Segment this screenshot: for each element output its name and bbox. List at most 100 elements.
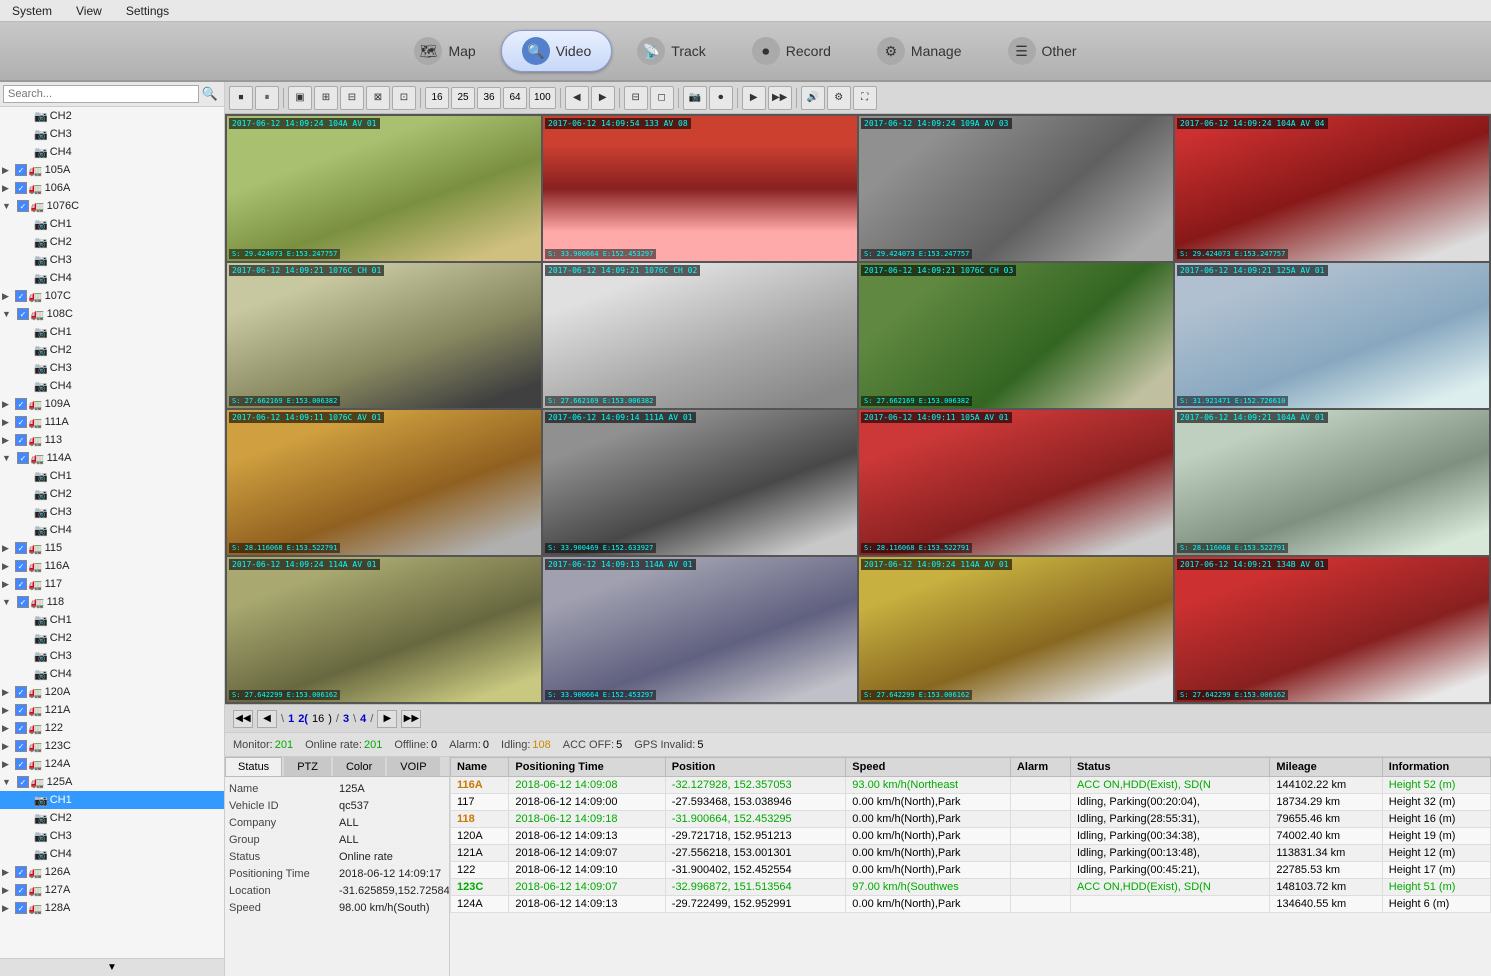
tb-grid16-btn[interactable]: ⊡: [392, 86, 416, 110]
tree-item-114a-ch4[interactable]: 📷 CH4: [0, 521, 224, 539]
video-cell-16[interactable]: 2017-06-12 14:09:21 134B AV 01 S: 27.642…: [1175, 557, 1489, 702]
video-cell-4[interactable]: 2017-06-12 14:09:24 104A AV 04 S: 29.424…: [1175, 116, 1489, 261]
tree-item-121a[interactable]: ▶ ✓ 🚛 121A: [0, 701, 224, 719]
checkbox-107c[interactable]: ✓: [15, 290, 27, 302]
tree-item-108c-ch2[interactable]: 📷 CH2: [0, 341, 224, 359]
tb-grid6-btn[interactable]: ⊟: [340, 86, 364, 110]
search-input[interactable]: [3, 85, 199, 103]
tb-grid9-btn[interactable]: ⊠: [366, 86, 390, 110]
tree-item-1076c-ch1[interactable]: 📷 CH1: [0, 215, 224, 233]
video-cell-8[interactable]: 2017-06-12 14:09:21 125A AV 01 S: 31.921…: [1175, 263, 1489, 408]
nav-record[interactable]: ⏺ Record: [731, 30, 852, 72]
tb-sound-btn[interactable]: 🔊: [801, 86, 825, 110]
nav-track[interactable]: 📡 Track: [616, 30, 726, 72]
tab-ptz[interactable]: PTZ: [284, 757, 331, 776]
tree-item-114a-ch3[interactable]: 📷 CH3: [0, 503, 224, 521]
tree-item-113[interactable]: ▶ ✓ 🚛 113: [0, 431, 224, 449]
video-cell-9[interactable]: 2017-06-12 14:09:11 1076C AV 01 S: 28.11…: [227, 410, 541, 555]
tb-rec-btn[interactable]: ⏺: [709, 86, 733, 110]
table-row[interactable]: 1182018-06-12 14:09:18-31.900664, 152.45…: [451, 811, 1491, 828]
tree-item-128a[interactable]: ▶ ✓ 🚛 128A: [0, 899, 224, 917]
tb-num-100[interactable]: 100: [529, 87, 556, 109]
tb-num-64[interactable]: 64: [503, 87, 527, 109]
tree-item-1076c-ch4[interactable]: 📷 CH4: [0, 269, 224, 287]
tree-item-ch2-1[interactable]: 📷 CH2: [0, 107, 224, 125]
tree-item-117[interactable]: ▶ ✓ 🚛 117: [0, 575, 224, 593]
menu-system[interactable]: System: [8, 2, 56, 20]
checkbox-111a[interactable]: ✓: [15, 416, 27, 428]
tree-item-ch4-1[interactable]: 📷 CH4: [0, 143, 224, 161]
col-header-information[interactable]: Information: [1382, 758, 1490, 777]
tree-item-114a[interactable]: ▼ ✓ 🚛 114A: [0, 449, 224, 467]
tb-cam-btn[interactable]: 📷: [683, 86, 707, 110]
tree-item-123c[interactable]: ▶ ✓ 🚛 123C: [0, 737, 224, 755]
nav-manage[interactable]: ⚙ Manage: [856, 30, 983, 72]
tb-play-btn[interactable]: ▶: [742, 86, 766, 110]
tree-item-125a-ch4[interactable]: 📷 CH4: [0, 845, 224, 863]
checkbox-117[interactable]: ✓: [15, 578, 27, 590]
tree-item-115[interactable]: ▶ ✓ 🚛 115: [0, 539, 224, 557]
col-header-status[interactable]: Status: [1070, 758, 1269, 777]
tb-grid1-btn[interactable]: ▣: [288, 86, 312, 110]
checkbox-126a[interactable]: ✓: [15, 866, 27, 878]
checkbox-113[interactable]: ✓: [15, 434, 27, 446]
tree-item-108c-ch4[interactable]: 📷 CH4: [0, 377, 224, 395]
nav-map[interactable]: 🗺 Map: [393, 30, 496, 72]
checkbox-122[interactable]: ✓: [15, 722, 27, 734]
video-cell-14[interactable]: 2017-06-12 14:09:13 114A AV 01 S: 33.900…: [543, 557, 857, 702]
tb-fullscreen-btn[interactable]: ⛶: [853, 86, 877, 110]
page-4[interactable]: 4: [360, 713, 366, 725]
video-cell-3[interactable]: 2017-06-12 14:09:24 109A AV 03 S: 29.424…: [859, 116, 1173, 261]
video-cell-1[interactable]: 2017-06-12 14:09:24 104A AV 01 S: 29.424…: [227, 116, 541, 261]
tb-grid4-btn[interactable]: ⊞: [314, 86, 338, 110]
checkbox-106a[interactable]: ✓: [15, 182, 27, 194]
tree-item-1076c-ch2[interactable]: 📷 CH2: [0, 233, 224, 251]
checkbox-105a[interactable]: ✓: [15, 164, 27, 176]
page-prev-btn[interactable]: ◀: [257, 710, 277, 728]
col-header-position[interactable]: Position: [665, 758, 846, 777]
checkbox-124a[interactable]: ✓: [15, 758, 27, 770]
tb-next-btn[interactable]: ▶: [591, 86, 615, 110]
tb-pause-btn[interactable]: ⏸: [255, 86, 279, 110]
checkbox-120a[interactable]: ✓: [15, 686, 27, 698]
video-cell-13[interactable]: 2017-06-12 14:09:24 114A AV 01 S: 27.642…: [227, 557, 541, 702]
table-row[interactable]: 124A2018-06-12 14:09:13-29.722499, 152.9…: [451, 896, 1491, 913]
checkbox-108c[interactable]: ✓: [17, 308, 29, 320]
tree-item-125a-ch3[interactable]: 📷 CH3: [0, 827, 224, 845]
tree-item-120a[interactable]: ▶ ✓ 🚛 120A: [0, 683, 224, 701]
checkbox-125a[interactable]: ✓: [17, 776, 29, 788]
tb-num-25[interactable]: 25: [451, 87, 475, 109]
tb-prev-btn[interactable]: ◀: [565, 86, 589, 110]
page-first-btn[interactable]: ◀◀: [233, 710, 253, 728]
video-cell-2[interactable]: 2017-06-12 14:09:54 133 AV 08 S: 33.9006…: [543, 116, 857, 261]
tb-stop-btn[interactable]: ⏹: [229, 86, 253, 110]
col-header-alarm[interactable]: Alarm: [1010, 758, 1070, 777]
tab-color[interactable]: Color: [333, 757, 385, 776]
tb-num-16[interactable]: 16: [425, 87, 449, 109]
table-row[interactable]: 116A2018-06-12 14:09:08-32.127928, 152.3…: [451, 777, 1491, 794]
tree-item-111a[interactable]: ▶ ✓ 🚛 111A: [0, 413, 224, 431]
search-button[interactable]: 🔍: [199, 86, 221, 102]
tree-item-126a[interactable]: ▶ ✓ 🚛 126A: [0, 863, 224, 881]
checkbox-116a[interactable]: ✓: [15, 560, 27, 572]
tree-item-125a-ch1[interactable]: 📷 CH1: [0, 791, 224, 809]
page-current[interactable]: 2(: [298, 713, 308, 725]
col-header-name[interactable]: Name: [451, 758, 509, 777]
tree-item-118-ch4[interactable]: 📷 CH4: [0, 665, 224, 683]
page-1[interactable]: 1: [288, 713, 294, 725]
table-row[interactable]: 123C2018-06-12 14:09:07-32.996872, 151.5…: [451, 879, 1491, 896]
menu-settings[interactable]: Settings: [122, 2, 173, 20]
tree-item-118-ch3[interactable]: 📷 CH3: [0, 647, 224, 665]
table-row[interactable]: 121A2018-06-12 14:09:07-27.556218, 153.0…: [451, 845, 1491, 862]
tree-item-118[interactable]: ▼ ✓ 🚛 118: [0, 593, 224, 611]
tb-layout2-btn[interactable]: ◻: [650, 86, 674, 110]
tree-item-108c[interactable]: ▼ ✓ 🚛 108C: [0, 305, 224, 323]
video-cell-15[interactable]: 2017-06-12 14:09:24 114A AV 01 S: 27.642…: [859, 557, 1173, 702]
tree-item-105a[interactable]: ▶ ✓ 🚛 105A: [0, 161, 224, 179]
table-row[interactable]: 120A2018-06-12 14:09:13-29.721718, 152.9…: [451, 828, 1491, 845]
tb-settings-btn[interactable]: ⚙: [827, 86, 851, 110]
checkbox-1076c[interactable]: ✓: [17, 200, 29, 212]
nav-other[interactable]: ☰ Other: [987, 30, 1098, 72]
tree-item-124a[interactable]: ▶ ✓ 🚛 124A: [0, 755, 224, 773]
col-header-positioning time[interactable]: Positioning Time: [509, 758, 665, 777]
